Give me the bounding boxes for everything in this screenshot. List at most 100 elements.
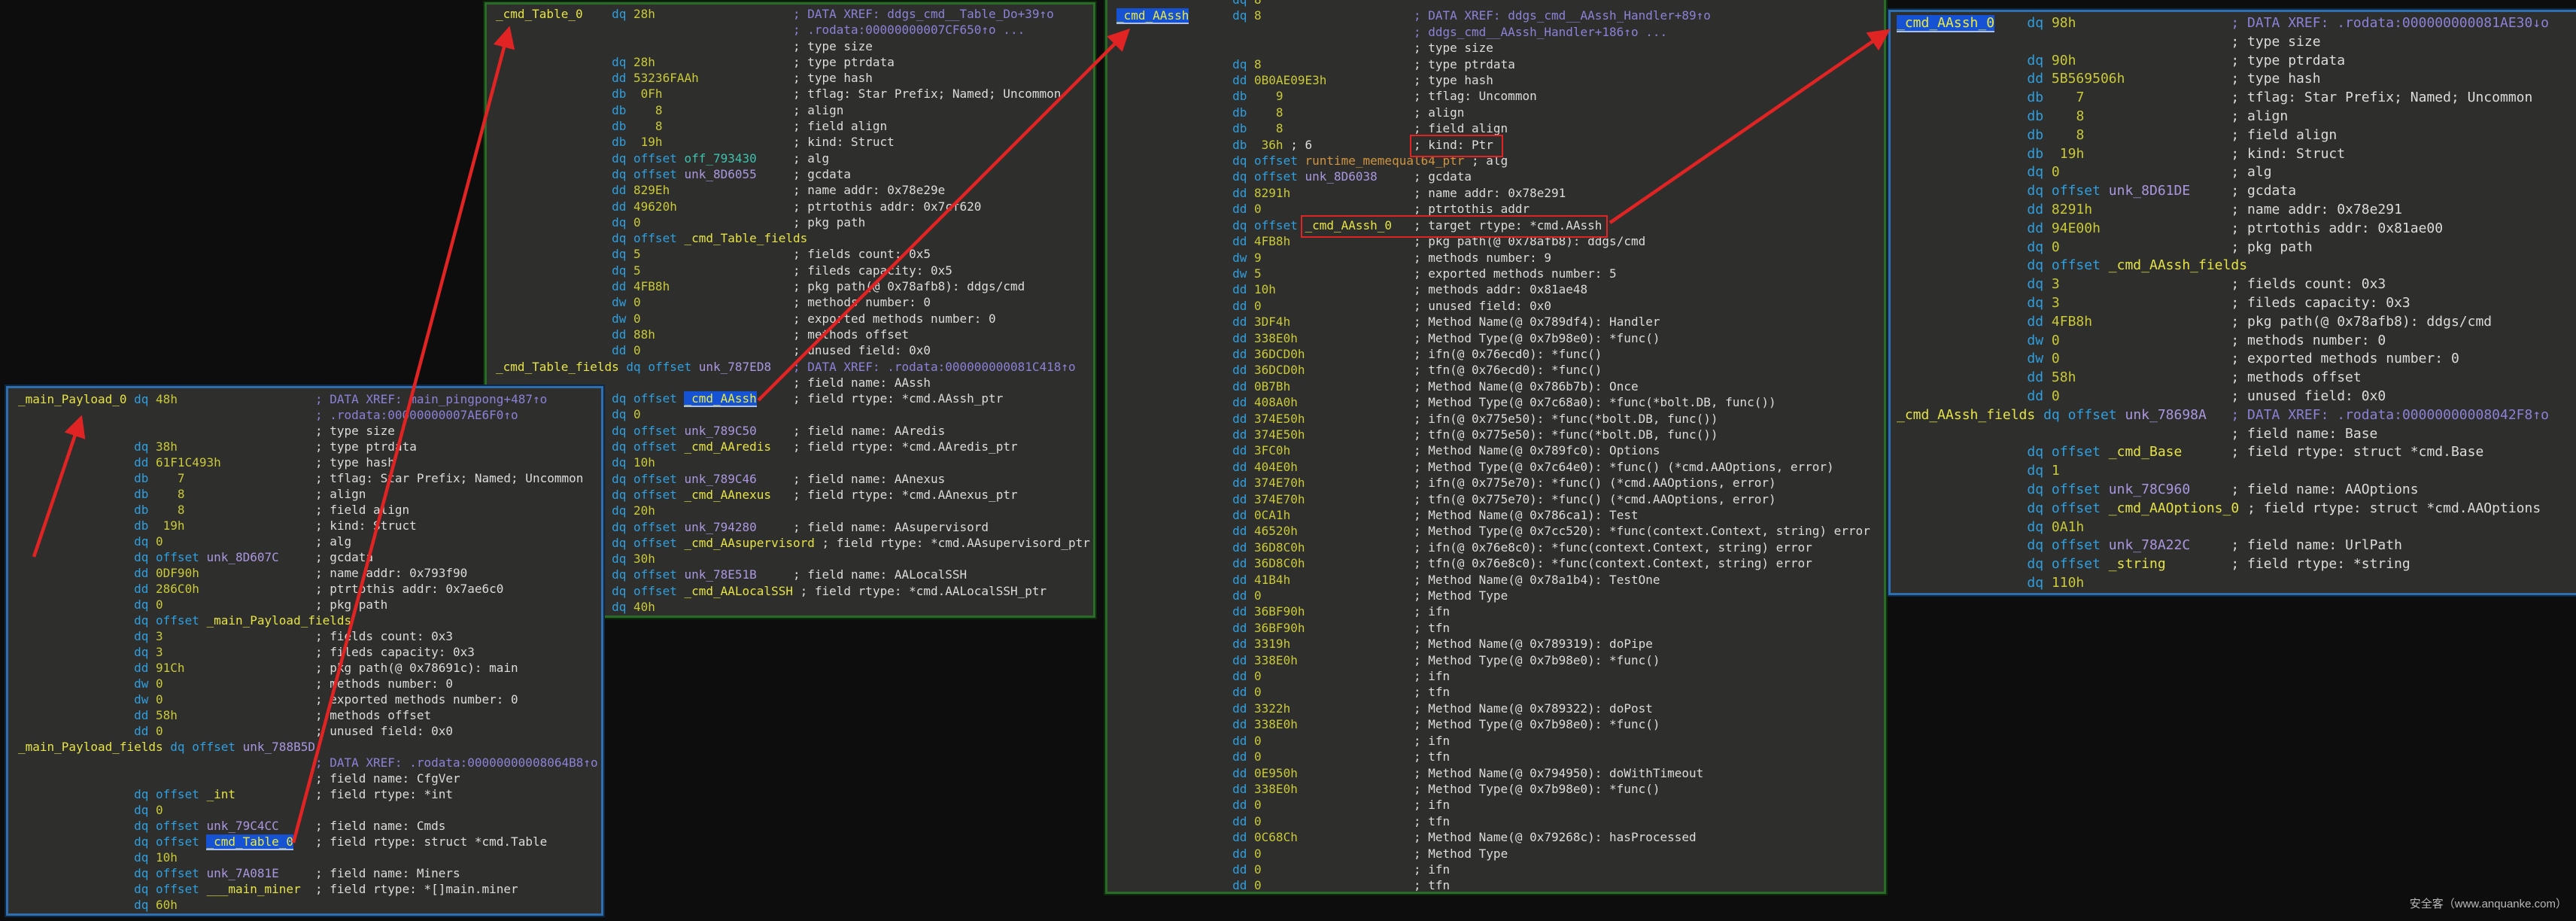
asm-line[interactable]: _main_Payload_fields dq offset unk_788B5… xyxy=(18,739,601,755)
asm-line[interactable]: dq offset unk_8D6038 ; gcdata xyxy=(1116,169,1884,184)
asm-line[interactable]: dq 0A1h xyxy=(1897,518,2576,537)
asm-name[interactable]: _cmd_AALocalSSH xyxy=(684,584,793,598)
asm-line[interactable]: dq 3 ; fields count: 0x3 xyxy=(1897,275,2576,294)
asm-unk-ref[interactable]: unk_8D61DE xyxy=(2109,183,2190,199)
asm-line[interactable]: db 8 ; field align xyxy=(1897,126,2576,145)
asm-line[interactable]: dd 0 ; ifn xyxy=(1116,668,1884,684)
asm-selected-name[interactable]: _cmd_AAssh xyxy=(1116,8,1189,24)
asm-line[interactable]: dq offset _cmd_Table_fields xyxy=(496,230,1093,246)
asm-line[interactable]: db 9 ; tflag: Uncommon xyxy=(1116,88,1884,104)
asm-line[interactable]: dd 3DF4h ; Method Name(@ 0x789df4): Hand… xyxy=(1116,314,1884,330)
asm-name[interactable]: _main_Payload_fields xyxy=(206,613,351,628)
asm-line[interactable]: dq offset off_793430 ; alg xyxy=(496,150,1093,166)
asm-line[interactable]: dw 5 ; exported methods number: 5 xyxy=(1116,266,1884,281)
asm-unk-ref[interactable]: unk_8D607C xyxy=(206,550,278,564)
asm-line[interactable]: dq offset _main_Payload_fields xyxy=(18,612,601,628)
asm-line[interactable]: dq offset unk_8D61DE ; gcdata xyxy=(1897,182,2576,201)
asm-line[interactable]: dw 0 ; methods number: 0 xyxy=(18,676,601,692)
asm-selected-name[interactable]: _cmd_Table_0 xyxy=(206,834,293,850)
asm-line[interactable]: db 8 ; align xyxy=(496,102,1093,118)
asm-line[interactable]: dq 0 ; pkg path xyxy=(1897,239,2576,257)
asm-name[interactable]: _cmd_Base xyxy=(2109,444,2183,460)
asm-line[interactable]: dd 36BF90h ; tfn xyxy=(1116,620,1884,636)
asm-line[interactable]: dq offset _cmd_Base ; field rtype: struc… xyxy=(1897,443,2576,462)
asm-line[interactable]: ; .rodata:00000000007CF650↑o ... xyxy=(496,22,1093,38)
asm-line[interactable]: dq 90h ; type ptrdata xyxy=(1897,52,2576,71)
asm-line[interactable]: dd 338E0h ; Method Type(@ 0x7b98e0): *fu… xyxy=(1116,716,1884,732)
asm-line[interactable]: db 19h ; kind: Struct xyxy=(496,134,1093,150)
asm-line[interactable]: _cmd_AAssh dq 8 ; DATA XREF: ddgs_cmd__A… xyxy=(1116,8,1884,23)
asm-line[interactable]: ; type size xyxy=(496,38,1093,54)
asm-name[interactable]: _cmd_AAssh_fields xyxy=(2109,257,2247,273)
asm-line[interactable]: dq 0 xyxy=(18,802,601,818)
asm-line[interactable]: _cmd_Table_fields dq offset unk_787ED8 ;… xyxy=(496,359,1093,375)
asm-line[interactable]: dd 41B4h ; Method Name(@ 0x78a1b4): Test… xyxy=(1116,572,1884,588)
asm-line[interactable]: dd 0 ; tfn xyxy=(1116,684,1884,700)
asm-line[interactable]: dd 0 ; unused field: 0x0 xyxy=(496,342,1093,358)
asm-line[interactable]: dq offset unk_79C4CC ; field name: Cmds xyxy=(18,818,601,834)
asm-line[interactable]: dq offset _cmd_AAssh_fields xyxy=(1897,257,2576,275)
asm-line[interactable]: dw 0 ; methods number: 0 xyxy=(496,294,1093,310)
asm-name[interactable]: _cmd_AAnexus xyxy=(684,488,771,502)
asm-line[interactable]: dq offset unk_8D607C ; gcdata xyxy=(18,549,601,565)
asm-line[interactable]: dd 88h ; methods offset xyxy=(496,327,1093,342)
asm-line[interactable]: dd 0CA1h ; Method Name(@ 0x786ca1): Test xyxy=(1116,507,1884,523)
asm-line[interactable]: db 0Fh ; tflag: Star Prefix; Named; Unco… xyxy=(496,86,1093,102)
asm-unk-ref[interactable]: unk_7A081E xyxy=(206,866,278,880)
asm-line[interactable]: dq 0 ; alg xyxy=(18,533,601,549)
asm-line[interactable]: dd 374E70h ; tfn(@ 0x775e70): *func() (*… xyxy=(1116,491,1884,507)
asm-line[interactable]: _cmd_Table_0 dq 28h ; DATA XREF: ddgs_cm… xyxy=(496,6,1093,22)
asm-line[interactable]: dq offset unk_78C960 ; field name: AAOpt… xyxy=(1897,481,2576,500)
asm-line[interactable]: dq 28h ; type ptrdata xyxy=(496,54,1093,70)
asm-line[interactable]: dw 0 ; exported methods number: 0 xyxy=(18,692,601,707)
asm-line[interactable]: dq 60h xyxy=(18,897,601,913)
asm-line[interactable]: db 7 ; tflag: Star Prefix; Named; Uncomm… xyxy=(1897,89,2576,108)
asm-line[interactable]: dd 0 ; ifn xyxy=(1116,862,1884,877)
asm-line[interactable]: dd 0 ; tfn xyxy=(1116,813,1884,829)
asm-line[interactable]: dd 46520h ; Method Type(@ 0x7cc520): *fu… xyxy=(1116,523,1884,539)
asm-line[interactable]: dd 94E00h ; ptrtothis addr: 0x81ae00 xyxy=(1897,220,2576,239)
asm-line[interactable]: dd 10h ; methods addr: 0x81ae48 xyxy=(1116,281,1884,297)
asm-line[interactable]: db 8 ; align xyxy=(1897,108,2576,126)
asm-line[interactable]: dq 3 ; fileds capacity: 0x3 xyxy=(1897,294,2576,313)
asm-line[interactable]: dd 829Eh ; name addr: 0x78e29e xyxy=(496,182,1093,198)
asm-line[interactable]: dd 374E70h ; ifn(@ 0x775e70): *func() (*… xyxy=(1116,475,1884,491)
asm-line[interactable]: dd 91Ch ; pkg path(@ 0x78691c): main xyxy=(18,660,601,676)
asm-line[interactable]: dw 0 ; exported methods number: 0 xyxy=(1897,350,2576,369)
asm-name[interactable]: _int xyxy=(206,787,235,801)
asm-line[interactable]: dd 0 ; Method Type xyxy=(1116,588,1884,603)
asm-line[interactable]: dq 5 ; fileds capacity: 0x5 xyxy=(496,263,1093,278)
asm-selected-name[interactable]: _cmd_AAssh xyxy=(684,391,756,407)
asm-line[interactable]: db 8 ; field align xyxy=(496,118,1093,134)
asm-line[interactable]: dq offset ___main_miner ; field rtype: *… xyxy=(18,881,601,897)
asm-line[interactable]: dq 3 ; fields count: 0x3 xyxy=(18,628,601,644)
asm-name[interactable]: _cmd_Table_fields xyxy=(496,360,619,374)
asm-line[interactable]: dq 1 xyxy=(1897,462,2576,481)
asm-line[interactable]: dd 338E0h ; Method Type(@ 0x7b98e0): *fu… xyxy=(1116,781,1884,797)
asm-unk-ref[interactable]: unk_794280 xyxy=(684,520,756,534)
asm-line[interactable]: ; field name: Base xyxy=(1897,425,2576,444)
asm-line[interactable]: dd 61F1C493h ; type hash xyxy=(18,454,601,470)
asm-line[interactable]: dd 8291h ; name addr: 0x78e291 xyxy=(1897,201,2576,220)
asm-line[interactable]: dq 0 ; pkg path xyxy=(18,597,601,612)
asm-line[interactable]: dq offset unk_78A22C ; field name: UrlPa… xyxy=(1897,536,2576,555)
asm-off-ref[interactable]: off_793430 xyxy=(684,151,756,166)
asm-line[interactable]: dd 5B569506h ; type hash xyxy=(1897,70,2576,89)
asm-name[interactable]: ___main_miner xyxy=(206,882,300,896)
asm-line[interactable]: dd 0C68Ch ; Method Name(@ 0x79268c): has… xyxy=(1116,829,1884,845)
asm-line[interactable]: db 8 ; field align xyxy=(18,502,601,518)
asm-line[interactable]: dd 338E0h ; Method Type(@ 0x7b98e0): *fu… xyxy=(1116,652,1884,668)
node-main-payload-0[interactable]: _main_Payload_0 dq 48h ; DATA XREF: main… xyxy=(6,386,603,916)
asm-line[interactable]: dd 3322h ; Method Name(@ 0x789322): doPo… xyxy=(1116,701,1884,716)
asm-line[interactable]: db 8 ; align xyxy=(1116,105,1884,120)
asm-line[interactable]: dd 0DF90h ; name addr: 0x793f90 xyxy=(18,565,601,581)
asm-line[interactable]: ; DATA XREF: .rodata:00000000008064B8↑o xyxy=(18,755,601,771)
asm-unk-ref[interactable]: unk_79C4CC xyxy=(206,819,278,833)
asm-line[interactable]: dd 0B7Bh ; Method Name(@ 0x786b7b): Once xyxy=(1116,378,1884,394)
asm-line[interactable]: dq 10h xyxy=(18,850,601,865)
asm-line[interactable]: dd 49620h ; ptrtothis addr: 0x7cf620 xyxy=(496,199,1093,214)
asm-line[interactable]: dd 374E50h ; tfn(@ 0x775e50): *func(*bol… xyxy=(1116,427,1884,442)
asm-unk-ref[interactable]: unk_78698A xyxy=(2125,407,2206,423)
asm-line[interactable]: dd 58h ; methods offset xyxy=(18,707,601,723)
asm-line[interactable]: dd 374E50h ; ifn(@ 0x775e50): *func(*bol… xyxy=(1116,411,1884,427)
